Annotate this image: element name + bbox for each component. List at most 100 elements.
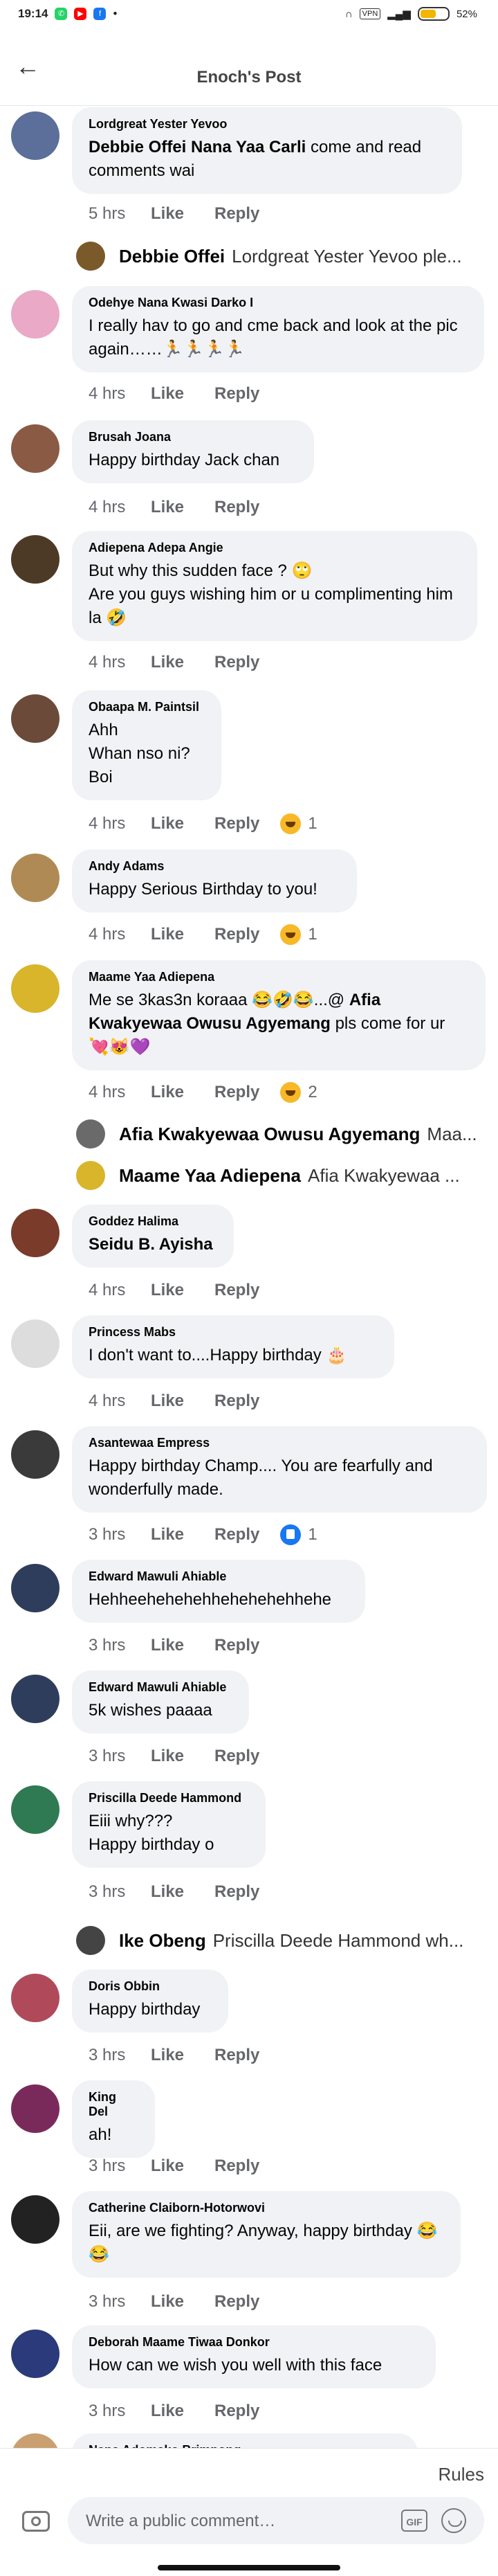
reply-button[interactable]: Reply [214,1083,259,1102]
signal-icon: ▂▄▆ [387,8,411,20]
avatar[interactable] [11,2330,59,2378]
reply-button[interactable]: Reply [214,204,259,224]
commenter-name[interactable]: King Del [89,2090,138,2119]
like-button[interactable]: Like [151,384,214,404]
avatar[interactable] [11,1675,59,1723]
reply-button[interactable]: Reply [214,1747,259,1766]
reply-button[interactable]: Reply [214,1525,259,1544]
commenter-name[interactable]: Princess Mabs [89,1325,378,1340]
reply-text: Afia Kwakyewaa ... [308,1164,460,1186]
reply-button[interactable]: Reply [214,498,259,517]
avatar[interactable] [11,2084,59,2133]
reply-button[interactable]: Reply [214,2292,259,2312]
commenter-name[interactable]: Edward Mawuli Ahiable [89,1569,349,1584]
reaction-summary[interactable]: 2 [280,1082,317,1103]
comment-text: Seidu B. Ayisha [89,1233,217,1257]
like-button[interactable]: Like [151,2402,214,2421]
comment-time: 3 hrs [89,1747,126,1765]
reply-text: Lordgreat Yester Yevoo ple... [232,245,462,267]
comment-actions: 4 hrs Like Reply 2 [89,1082,317,1103]
like-button[interactable]: Like [151,814,214,834]
like-button[interactable]: Like [151,1882,214,1902]
commenter-name[interactable]: Obaapa M. Paintsil [89,700,205,714]
avatar[interactable] [11,1974,59,2022]
like-button[interactable]: Like [151,653,214,672]
like-button[interactable]: Like [151,2156,214,2176]
like-button[interactable]: Like [151,1391,214,1411]
reaction-summary[interactable]: 1 [280,924,317,945]
reply-button[interactable]: Reply [214,1882,259,1902]
reaction-count: 1 [308,814,317,833]
comment-actions: 4 hrs Like Reply [89,653,280,672]
commenter-name[interactable]: Brusah Joana [89,430,297,444]
avatar[interactable] [11,1209,59,1257]
commenter-name[interactable]: Priscilla Deede Hammond [89,1791,249,1805]
commenter-name[interactable]: Goddez Halima [89,1214,217,1229]
camera-icon[interactable] [22,2511,50,2532]
reply-button[interactable]: Reply [214,2402,259,2421]
like-button[interactable]: Like [151,1636,214,1655]
like-button[interactable]: Like [151,1525,214,1544]
commenter-name[interactable]: Deborah Maame Tiwaa Donkor [89,2335,419,2350]
reaction-count: 1 [308,1525,317,1544]
like-button[interactable]: Like [151,925,214,944]
mention-link[interactable]: Debbie Offei Nana Yaa Carli [89,138,306,156]
emoji-icon[interactable] [441,2508,466,2533]
reply-button[interactable]: Reply [214,1281,259,1300]
comment-input[interactable] [84,2507,378,2536]
commenter-name[interactable]: Adiepena Adepa Angie [89,541,461,555]
avatar[interactable] [11,964,59,1013]
comment-input-box[interactable]: GIF [68,2497,484,2544]
commenter-name[interactable]: Maame Yaa Adiepena [89,970,469,984]
mention-link[interactable]: Seidu B. Ayisha [89,1235,213,1254]
post-header: ← Enoch's Post [0,28,498,106]
avatar[interactable] [11,1785,59,1834]
reply-button[interactable]: Reply [214,925,259,944]
reply-preview[interactable]: Afia Kwakyewaa Owusu Agyemang Maa... [76,1118,477,1150]
avatar[interactable] [11,694,59,743]
like-button[interactable]: Like [151,204,214,224]
avatar[interactable] [11,1564,59,1612]
avatar[interactable] [11,290,59,339]
like-button[interactable]: Like [151,1083,214,1102]
reply-button[interactable]: Reply [214,2046,259,2065]
reply-button[interactable]: Reply [214,1636,259,1655]
reply-preview[interactable]: Ike Obeng Priscilla Deede Hammond wh... [76,1925,477,1956]
like-button[interactable]: Like [151,2046,214,2065]
reply-button[interactable]: Reply [214,2156,259,2176]
gif-icon[interactable]: GIF [401,2510,427,2532]
comment-text: 5k wishes paaaa [89,1701,212,1720]
commenter-name[interactable]: Asantewaa Empress [89,1436,470,1450]
commenter-name[interactable]: Lordgreat Yester Yevoo [89,117,445,132]
avatar[interactable] [11,535,59,584]
like-button[interactable]: Like [151,2292,214,2312]
like-reaction-icon [280,1524,302,1545]
like-button[interactable]: Like [151,1747,214,1766]
avatar[interactable] [11,1319,59,1368]
reply-button[interactable]: Reply [214,1391,259,1411]
reply-text: Maa... [427,1123,477,1144]
avatar[interactable] [11,854,59,902]
commenter-name[interactable]: Catherine Claiborn-Hotorwovi [89,2201,444,2215]
like-button[interactable]: Like [151,1281,214,1300]
reply-preview[interactable]: Debbie Offei Lordgreat Yester Yevoo ple.… [76,240,477,272]
commenter-name[interactable]: Odehye Nana Kwasi Darko I [89,296,468,310]
reply-preview[interactable]: Maame Yaa Adiepena Afia Kwakyewaa ... [76,1160,477,1191]
commenter-name[interactable]: Doris Obbin [89,1979,212,1994]
avatar[interactable] [11,1430,59,1479]
reply-button[interactable]: Reply [214,653,259,672]
commenter-name[interactable]: Edward Mawuli Ahiable [89,1680,232,1695]
avatar[interactable] [11,111,59,160]
rules-link[interactable]: Rules [439,2464,484,2485]
reply-button[interactable]: Reply [214,384,259,404]
comment-bubble: Brusah Joana Happy birthday Jack chan [72,420,314,483]
reaction-summary[interactable]: 1 [280,1524,317,1545]
reply-button[interactable]: Reply [214,814,259,834]
reaction-summary[interactable]: 1 [280,813,317,834]
comment-actions: 3 hrs Like Reply [89,1882,280,1902]
commenter-name[interactable]: Andy Adams [89,859,340,874]
avatar[interactable] [11,424,59,473]
comment-text: I don't want to....Happy birthday 🎂 [89,1346,347,1364]
avatar[interactable] [11,2195,59,2244]
like-button[interactable]: Like [151,498,214,517]
